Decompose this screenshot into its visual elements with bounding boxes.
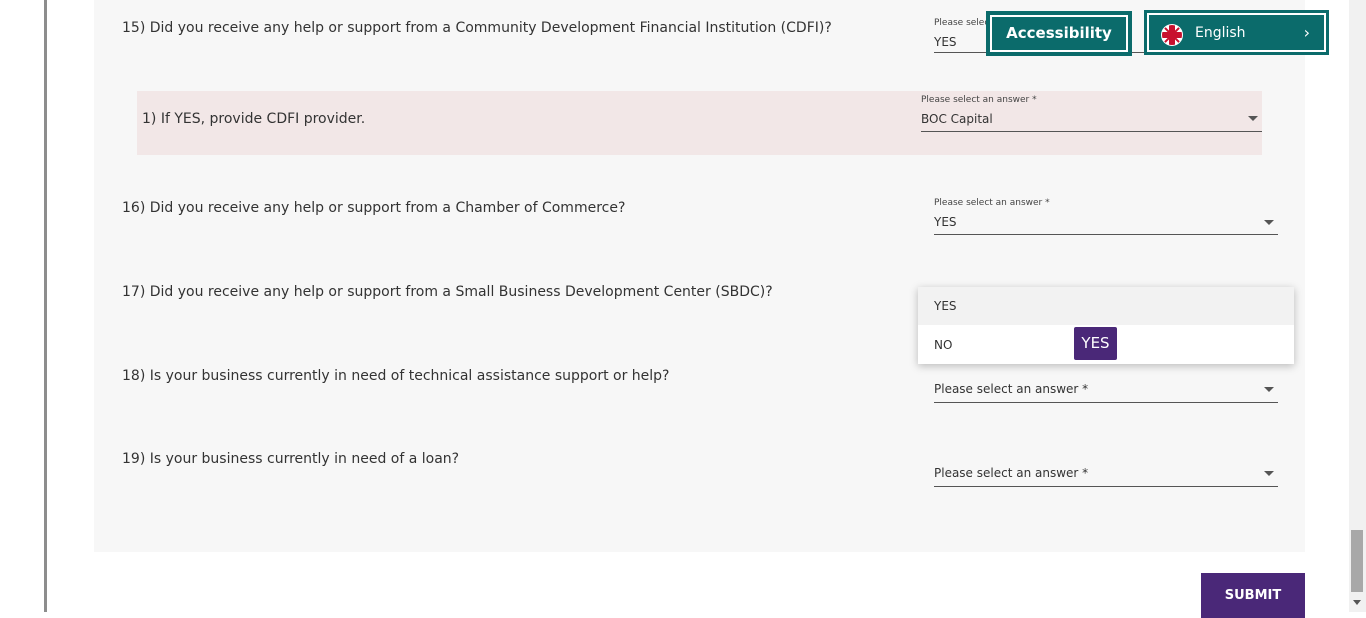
chevron-right-icon: ›	[1303, 23, 1310, 42]
question-15-followup-text: 1) If YES, provide CDFI provider.	[142, 111, 366, 127]
select-placeholder: Please select an answer *	[934, 382, 1089, 396]
select-value: YES	[934, 215, 957, 229]
question-16-select[interactable]: Please select an answer * YES	[934, 198, 1278, 235]
select-label: Please select an answer *	[921, 95, 1037, 105]
select-placeholder: Please select an answer *	[934, 466, 1089, 480]
select-label: Please selec	[934, 18, 990, 28]
question-16-text: 16) Did you receive any help or support …	[122, 200, 626, 216]
question-18-select[interactable]: Please select an answer *	[934, 380, 1278, 403]
question-19-text: 19) Is your business currently in need o…	[122, 451, 460, 467]
select-value: YES	[934, 35, 957, 49]
uk-flag-icon	[1161, 24, 1183, 46]
scrollbar-thumb[interactable]	[1351, 530, 1363, 592]
scroll-down-icon[interactable]	[1353, 600, 1361, 605]
accessibility-button-label: Accessibility	[990, 15, 1128, 52]
cdfi-provider-select[interactable]: Please select an answer * BOC Capital	[921, 95, 1262, 132]
dropdown-option-yes[interactable]: YES	[918, 287, 1294, 325]
chevron-down-icon	[1264, 387, 1274, 392]
submit-button[interactable]: SUBMIT	[1201, 573, 1305, 618]
chevron-down-icon	[1264, 471, 1274, 476]
question-15-text: 15) Did you receive any help or support …	[122, 20, 832, 36]
page-scrollbar[interactable]	[1349, 0, 1366, 612]
select-value: BOC Capital	[921, 112, 993, 126]
question-17-text: 17) Did you receive any help or support …	[122, 284, 773, 300]
option-tooltip: YES	[1074, 327, 1117, 360]
language-selector-button[interactable]: English ›	[1144, 10, 1329, 55]
question-19-select[interactable]: Please select an answer *	[934, 464, 1278, 487]
chevron-down-icon	[1264, 220, 1274, 225]
language-label: English	[1195, 25, 1246, 41]
page-left-border	[44, 0, 47, 612]
accessibility-button[interactable]: Accessibility	[986, 11, 1132, 56]
question-18-text: 18) Is your business currently in need o…	[122, 368, 670, 384]
select-label: Please select an answer *	[934, 198, 1050, 208]
chevron-down-icon	[1248, 116, 1258, 121]
